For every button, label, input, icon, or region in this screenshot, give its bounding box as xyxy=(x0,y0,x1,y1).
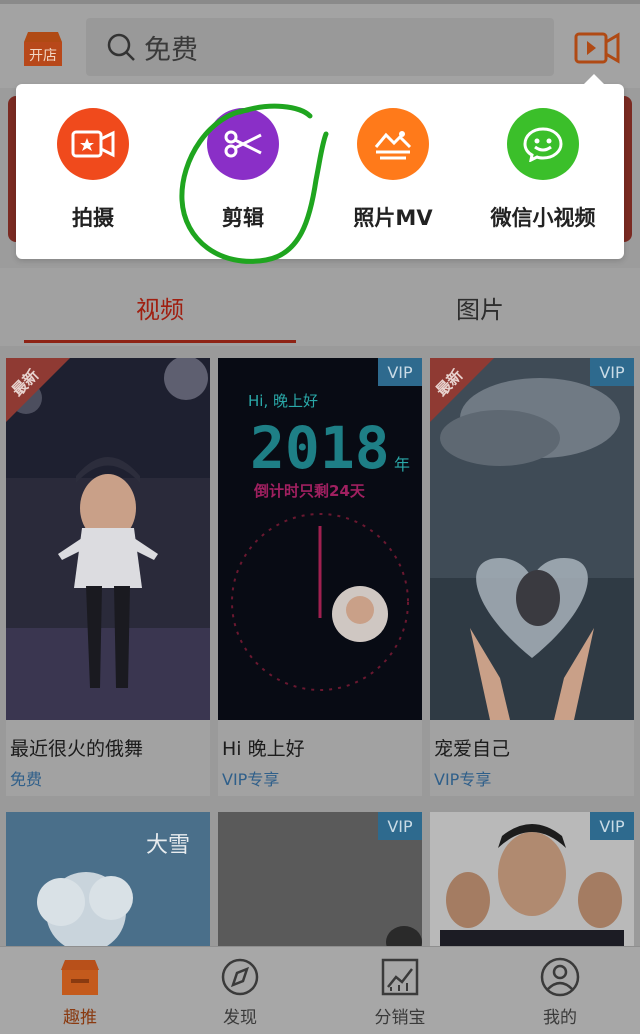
wechat-icon xyxy=(507,108,579,180)
price-tag: 免费 xyxy=(10,770,43,789)
vip-badge: VIP xyxy=(378,812,422,840)
nav-item-recommend[interactable]: 趣推 xyxy=(0,957,160,1033)
video-star-icon xyxy=(57,108,129,180)
shop-icon xyxy=(61,960,99,995)
menu-item-label: 照片MV xyxy=(353,206,433,230)
svg-text:大雪: 大雪 xyxy=(146,833,190,858)
header: 开店 免费 xyxy=(0,0,640,88)
user-icon xyxy=(540,957,580,997)
bottom-navigation: 趣推 发现 分销宝 我的 xyxy=(0,946,640,1034)
new-badge: 最新 xyxy=(6,358,70,422)
template-title: 最近很火的俄舞 xyxy=(10,738,144,760)
search-placeholder: 免费 xyxy=(144,34,198,66)
svg-text:Hi, 晚上好: Hi, 晚上好 xyxy=(248,392,318,410)
template-thumbnail: 最新 VIP xyxy=(430,358,634,720)
template-card[interactable]: VIP xyxy=(218,812,422,946)
nav-label: 发现 xyxy=(223,1008,257,1028)
svg-text:2018: 2018 xyxy=(250,414,390,482)
vip-tag: VIP专享 xyxy=(434,770,492,789)
template-thumbnail: 最新 xyxy=(6,358,210,720)
landscape-photo-icon xyxy=(357,108,429,180)
template-card[interactable]: 最新 VIP 宠爱自己 VIP专享 xyxy=(430,358,634,796)
open-shop-button[interactable]: 开店 xyxy=(22,28,64,68)
search-input[interactable]: 免费 xyxy=(86,18,554,76)
tab-photo[interactable]: 图片 xyxy=(456,290,504,325)
template-card[interactable]: 大雪 xyxy=(6,812,210,946)
menu-item-edit[interactable]: 剪辑 xyxy=(168,108,318,238)
menu-item-wechat-video[interactable]: 微信小视频 xyxy=(468,108,618,238)
new-badge: 最新 xyxy=(430,358,494,422)
template-thumbnail: VIP xyxy=(218,812,422,946)
shop-icon: 开店 xyxy=(24,32,62,66)
video-camera-icon xyxy=(574,32,620,64)
scissors-icon xyxy=(207,108,279,180)
menu-item-label: 微信小视频 xyxy=(490,206,596,230)
template-card[interactable]: 最新 最近很火的俄舞 免费 xyxy=(6,358,210,796)
nav-item-distribution[interactable]: 分销宝 xyxy=(320,957,480,1033)
nav-item-mine[interactable]: 我的 xyxy=(480,957,640,1033)
content-tabs: 视频 图片 xyxy=(0,268,640,346)
menu-item-photo-mv[interactable]: 照片MV xyxy=(318,108,468,238)
template-thumbnail: 大雪 xyxy=(6,812,210,946)
create-menu-popup: 拍摄 剪辑 照片MV 微信小视频 xyxy=(16,74,624,259)
template-title: Hi 晚上好 xyxy=(222,738,305,760)
template-thumbnail: Hi, 晚上好 2018 年 倒计时只剩24天 VIP xyxy=(218,358,422,720)
app-screen: 开店 免费 视频 图片 最新 最近很火的俄舞 免费 Hi, 晚上好 2018 年… xyxy=(0,0,640,1034)
vip-badge: VIP xyxy=(378,358,422,386)
search-icon xyxy=(107,33,135,61)
svg-text:倒计时只剩24天: 倒计时只剩24天 xyxy=(253,482,366,500)
vip-tag: VIP专享 xyxy=(222,770,280,789)
vip-badge: VIP xyxy=(590,812,634,840)
nav-label: 趣推 xyxy=(63,1008,97,1028)
template-title: 宠爱自己 xyxy=(434,738,511,760)
compass-icon xyxy=(221,958,259,996)
record-video-button[interactable] xyxy=(574,30,620,66)
chart-icon xyxy=(381,958,419,996)
template-card[interactable]: VIP xyxy=(430,812,634,946)
template-card[interactable]: Hi, 晚上好 2018 年 倒计时只剩24天 VIP Hi 晚上好 VIP专享 xyxy=(218,358,422,796)
menu-item-label: 拍摄 xyxy=(72,206,114,230)
template-thumbnail: VIP xyxy=(430,812,634,946)
nav-label: 我的 xyxy=(543,1008,577,1028)
menu-item-label: 剪辑 xyxy=(222,206,264,230)
menu-item-shoot[interactable]: 拍摄 xyxy=(18,108,168,238)
vip-badge: VIP xyxy=(590,358,634,386)
svg-text:开店: 开店 xyxy=(29,48,57,64)
active-tab-indicator xyxy=(24,340,296,343)
nav-item-discover[interactable]: 发现 xyxy=(160,957,320,1033)
nav-label: 分销宝 xyxy=(374,1008,426,1028)
svg-text:年: 年 xyxy=(394,455,410,474)
tab-video[interactable]: 视频 xyxy=(136,290,184,325)
